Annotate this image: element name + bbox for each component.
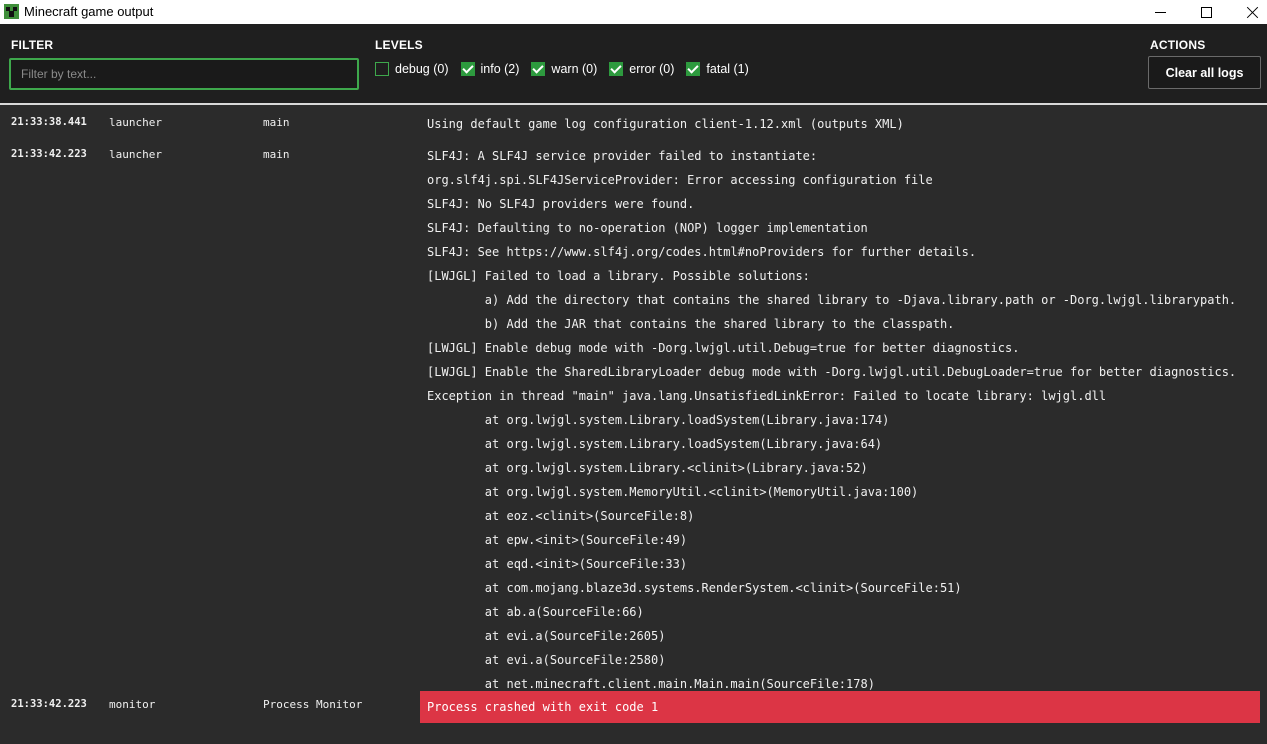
log-message-line: at org.lwjgl.system.Library.<clinit>(Lib… — [427, 461, 868, 475]
window-title: Minecraft game output — [24, 4, 154, 19]
log-message-line: SLF4J: See https://www.slf4j.org/codes.h… — [427, 245, 977, 259]
close-icon — [1246, 6, 1259, 19]
filter-input[interactable] — [9, 58, 359, 90]
close-button[interactable] — [1229, 0, 1267, 24]
level-error[interactable]: error (0) — [609, 62, 674, 76]
creeper-icon — [4, 4, 19, 19]
log-message-line: Exception in thread "main" java.lang.Uns… — [427, 389, 1107, 403]
log-message-line: a) Add the directory that contains the s… — [427, 293, 1237, 307]
log-message-line: at org.lwjgl.system.Library.loadSystem(L… — [427, 413, 890, 427]
log-message-line: at evi.a(SourceFile:2605) — [427, 629, 666, 643]
log-message-line: at ab.a(SourceFile:66) — [427, 605, 644, 619]
log-timestamp: 21:33:42.223 — [11, 148, 87, 160]
log-thread: Process Monitor — [263, 698, 363, 711]
level-debug[interactable]: debug (0) — [375, 62, 449, 76]
debug-checkbox[interactable] — [375, 62, 389, 76]
level-debug-label: debug (0) — [395, 62, 449, 76]
title-bar: Minecraft game output — [0, 0, 1267, 24]
warn-checkbox[interactable] — [531, 62, 546, 76]
error-checkbox[interactable] — [609, 62, 624, 76]
log-message-line: SLF4J: Defaulting to no-operation (NOP) … — [427, 221, 868, 235]
log-message-line: at evi.a(SourceFile:2580) — [427, 653, 666, 667]
log-list[interactable]: 21:33:38.441 launcher main Using default ga… — [0, 107, 1267, 744]
log-message: Using default game log configuration cli… — [420, 116, 1260, 140]
minimize-button[interactable] — [1137, 0, 1183, 24]
level-warn[interactable]: warn (0) — [531, 62, 597, 76]
fatal-checkbox[interactable] — [686, 62, 701, 76]
toolbar: FILTER LEVELS debug (0) info (2) warn (0… — [0, 24, 1267, 105]
actions-section-title: ACTIONS — [1150, 38, 1206, 52]
log-message-line: Using default game log configuration cli… — [427, 117, 904, 131]
log-message: SLF4J: A SLF4J service provider failed t… — [420, 148, 1260, 700]
log-message-line: at eqd.<init>(SourceFile:33) — [427, 557, 688, 571]
level-warn-label: warn (0) — [551, 62, 598, 76]
info-checkbox[interactable] — [460, 62, 475, 76]
filter-section-title: FILTER — [11, 38, 54, 52]
log-source: launcher — [109, 148, 162, 161]
level-info[interactable]: info (2) — [460, 62, 520, 76]
log-thread: main — [263, 116, 290, 129]
level-fatal-label: fatal (1) — [706, 62, 749, 76]
log-timestamp: 21:33:38.441 — [11, 116, 87, 128]
level-info-label: info (2) — [480, 62, 520, 76]
log-message-line: at epw.<init>(SourceFile:49) — [427, 533, 688, 547]
log-message-line: at eoz.<clinit>(SourceFile:8) — [427, 509, 695, 523]
log-message-line: at org.lwjgl.system.MemoryUtil.<clinit>(… — [427, 485, 919, 499]
log-message-line: Process crashed with exit code 1 — [427, 700, 659, 714]
levels-section-title: LEVELS — [375, 38, 423, 52]
log-thread: main — [263, 148, 290, 161]
levels-group: debug (0) info (2) warn (0) error (0) fa… — [375, 62, 761, 76]
log-message-fatal: Process crashed with exit code 1 — [420, 691, 1260, 723]
log-message-line: SLF4J: No SLF4J providers were found. — [427, 197, 695, 211]
log-source: launcher — [109, 116, 162, 129]
log-message-line: [LWJGL] Enable debug mode with -Dorg.lwj… — [427, 341, 1020, 355]
minimize-icon — [1154, 11, 1166, 13]
clear-all-logs-button[interactable]: Clear all logs — [1148, 56, 1261, 89]
log-message-line: [LWJGL] Enable the SharedLibraryLoader d… — [427, 365, 1237, 379]
log-message-line: at com.mojang.blaze3d.systems.RenderSyst… — [427, 581, 962, 595]
log-message-line: SLF4J: A SLF4J service provider failed t… — [427, 149, 818, 163]
log-message-line: b) Add the JAR that contains the shared … — [427, 317, 955, 331]
maximize-button[interactable] — [1183, 0, 1229, 24]
level-fatal[interactable]: fatal (1) — [686, 62, 749, 76]
log-message-line: [LWJGL] Failed to load a library. Possib… — [427, 269, 810, 283]
maximize-icon — [1200, 6, 1212, 18]
log-source: monitor — [109, 698, 156, 711]
level-error-label: error (0) — [629, 62, 675, 76]
log-message-line: org.slf4j.spi.SLF4JServiceProvider: Erro… — [427, 173, 933, 187]
log-message-line: at org.lwjgl.system.Library.loadSystem(L… — [427, 437, 883, 451]
log-timestamp: 21:33:42.223 — [11, 698, 87, 710]
